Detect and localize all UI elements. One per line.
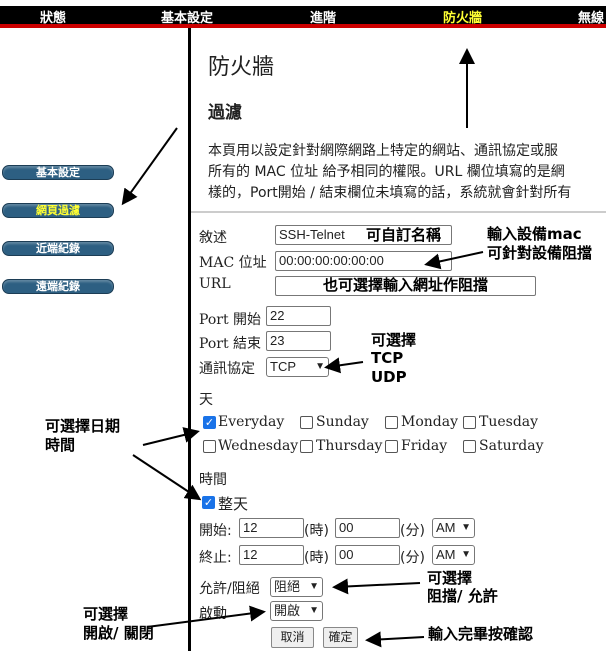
arrow [324,357,364,374]
arrow [365,631,425,648]
arrow [142,427,200,446]
annotation-arrows [121,48,484,648]
arrow [332,578,421,595]
arrow [121,127,178,206]
arrow [146,605,266,628]
arrow [424,251,484,270]
arrow [132,454,202,501]
